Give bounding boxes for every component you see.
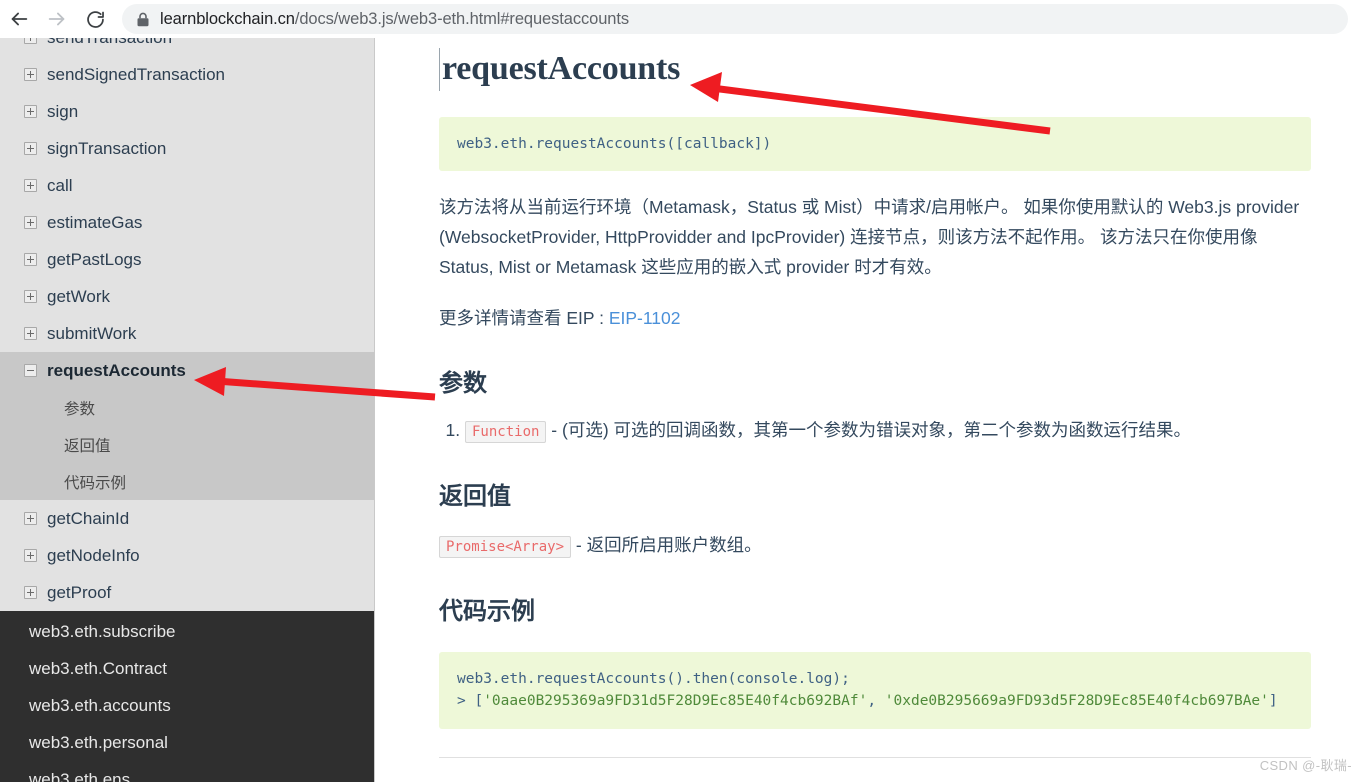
expand-plus-icon[interactable] [24,253,37,266]
example-heading: 代码示例 [439,597,535,625]
expand-plus-icon[interactable] [24,38,37,44]
address-bar-text: learnblockchain.cn/docs/web3.js/web3-eth… [160,10,629,29]
param-item: Function - (可选) 可选的回调函数，其第一个参数为错误对象，第二个参… [465,416,1311,446]
sidebar-item-web3-eth-ens[interactable]: web3.eth.ens [0,761,374,782]
intro-paragraph: 该方法将从当前运行环境（Metamask，Status 或 Mist）中请求/启… [439,196,1300,278]
sidebar-item-call[interactable]: call [0,167,374,204]
expand-plus-icon[interactable] [24,179,37,192]
sidebar-item-getproof[interactable]: getProof [0,574,374,611]
expand-plus-icon[interactable] [24,327,37,340]
sidebar-item-label: submitWork [47,323,137,343]
csdn-watermark: CSDN @-耿瑞- [1259,758,1352,773]
param-description: - (可选) 可选的回调函数，其第一个参数为错误对象，第二个参数为函数运行结果。 [546,420,1192,441]
sidebar-item-web3-eth-Contract[interactable]: web3.eth.Contract [0,650,374,687]
sidebar-item-web3-eth-accounts[interactable]: web3.eth.accounts [0,687,374,724]
doc-content: requestAccounts web3.eth.requestAccounts… [375,38,1366,782]
sidebar-item-estimategas[interactable]: estimateGas [0,204,374,241]
sidebar-subitem-0[interactable]: 参数 [0,389,374,426]
expand-plus-icon[interactable] [24,512,37,525]
back-button[interactable] [0,0,38,38]
example-address-1: '0aae0B295369a9FD31d5F28D9Ec85E40f4cb692… [483,693,868,710]
forward-button[interactable] [38,0,76,38]
sidebar-active-group: requestAccounts 参数 返回值 代码示例 [0,352,374,500]
expand-plus-icon[interactable] [24,549,37,562]
sidebar-item-label: getPastLogs [47,249,142,269]
forward-arrow-icon [46,8,68,30]
sidebar-nav[interactable]: sendTransaction sendSignedTransaction sign… [0,38,375,782]
sidebar-item-label: sign [47,101,79,121]
sidebar-item-signtransaction[interactable]: signTransaction [0,130,374,167]
expand-plus-icon[interactable] [24,216,37,229]
sidebar-item-label: call [47,175,73,195]
example-line-1: web3.eth.requestAccounts().then(console.… [457,670,850,687]
sidebar-item-sendsignedtransaction[interactable]: sendSignedTransaction [0,56,374,93]
sidebar-item-label: getProof [47,582,112,602]
expand-plus-icon[interactable] [24,105,37,118]
return-description: - 返回所启用账户数组。 [571,535,762,556]
sidebar-item-label: getWork [47,286,110,306]
sidebar-item-label: getChainId [47,508,130,528]
example-comma: , [867,693,885,710]
address-bar-path: /docs/web3.js/web3-eth.html#requestaccou… [294,9,630,28]
reload-button[interactable] [76,0,114,38]
expand-plus-icon[interactable] [24,586,37,599]
collapse-minus-icon[interactable] [24,364,37,377]
expand-plus-icon[interactable] [24,68,37,81]
page-title: requestAccounts [439,48,680,91]
sidebar-item-label: requestAccounts [47,360,186,380]
sidebar-item-sign[interactable]: sign [0,93,374,130]
address-bar[interactable]: learnblockchain.cn/docs/web3.js/web3-eth… [122,4,1348,34]
return-line: Promise<Array> - 返回所启用账户数组。 [439,531,1311,561]
return-type-code: Promise<Array> [439,536,572,559]
sidebar-item-label: signTransaction [47,138,167,158]
sidebar-item-label: getNodeInfo [47,545,140,565]
params-heading: 参数 [439,370,487,398]
content-divider [439,756,1311,758]
sidebar-item-web3-eth-subscribe[interactable]: web3.eth.subscribe [0,613,374,650]
eip-paragraph: 更多详情请查看 EIP : EIP-1102 [439,303,1311,333]
sidebar-item-getnodeinfo[interactable]: getNodeInfo [0,537,374,574]
reload-icon [85,9,106,30]
sidebar-subitem-1[interactable]: 返回值 [0,426,374,463]
browser-toolbar: learnblockchain.cn/docs/web3.js/web3-eth… [0,0,1366,38]
expand-plus-icon[interactable] [24,290,37,303]
sidebar-item-sendtransaction[interactable]: sendTransaction [0,38,374,56]
sidebar-item-requestaccounts[interactable]: requestAccounts [0,352,374,389]
sidebar-item-submitwork[interactable]: submitWork [0,315,374,352]
sidebar-item-getwork[interactable]: getWork [0,278,374,315]
sidebar-item-label: sendTransaction [47,38,172,48]
back-arrow-icon [8,8,30,30]
address-bar-host: learnblockchain.cn [160,9,295,28]
sidebar-active-children: 参数 返回值 代码示例 [0,389,374,500]
sidebar-list-top: sendTransaction sendSignedTransaction sign… [0,38,374,352]
lock-icon [136,12,150,27]
sidebar-item-getpastlogs[interactable]: getPastLogs [0,241,374,278]
expand-plus-icon[interactable] [24,142,37,155]
returns-heading: 返回值 [439,483,511,511]
signature-code-text: web3.eth.requestAccounts([callback]) [457,135,772,152]
sidebar-item-label: sendSignedTransaction [47,64,225,84]
signature-code-block: web3.eth.requestAccounts([callback]) [439,116,1311,171]
sidebar-item-web3-eth-personal[interactable]: web3.eth.personal [0,724,374,761]
sidebar-dark-section: web3.eth.subscribe web3.eth.Contract web3.… [0,611,374,782]
sidebar-item-label: estimateGas [47,212,143,232]
sidebar-subitem-2[interactable]: 代码示例 [0,463,374,500]
example-close-bracket: ] [1268,693,1278,710]
example-prompt: > [ [457,693,484,710]
params-list: Function - (可选) 可选的回调函数，其第一个参数为错误对象，第二个参… [439,416,1311,446]
sidebar-list-after: getChainId getNodeInfo getProof [0,500,374,611]
example-code-block: web3.eth.requestAccounts().then(console.… [439,651,1311,729]
example-address-2: '0xde0B295669a9FD93d5F28D9Ec85E40f4cb697… [884,693,1269,710]
param-type-code: Function [465,421,547,444]
sidebar-item-getchainid[interactable]: getChainId [0,500,374,537]
eip-1102-link[interactable]: EIP-1102 [609,308,681,328]
eip-prefix-text: 更多详情请查看 EIP : [439,308,609,329]
page-viewport: sendTransaction sendSignedTransaction sign… [0,38,1366,782]
